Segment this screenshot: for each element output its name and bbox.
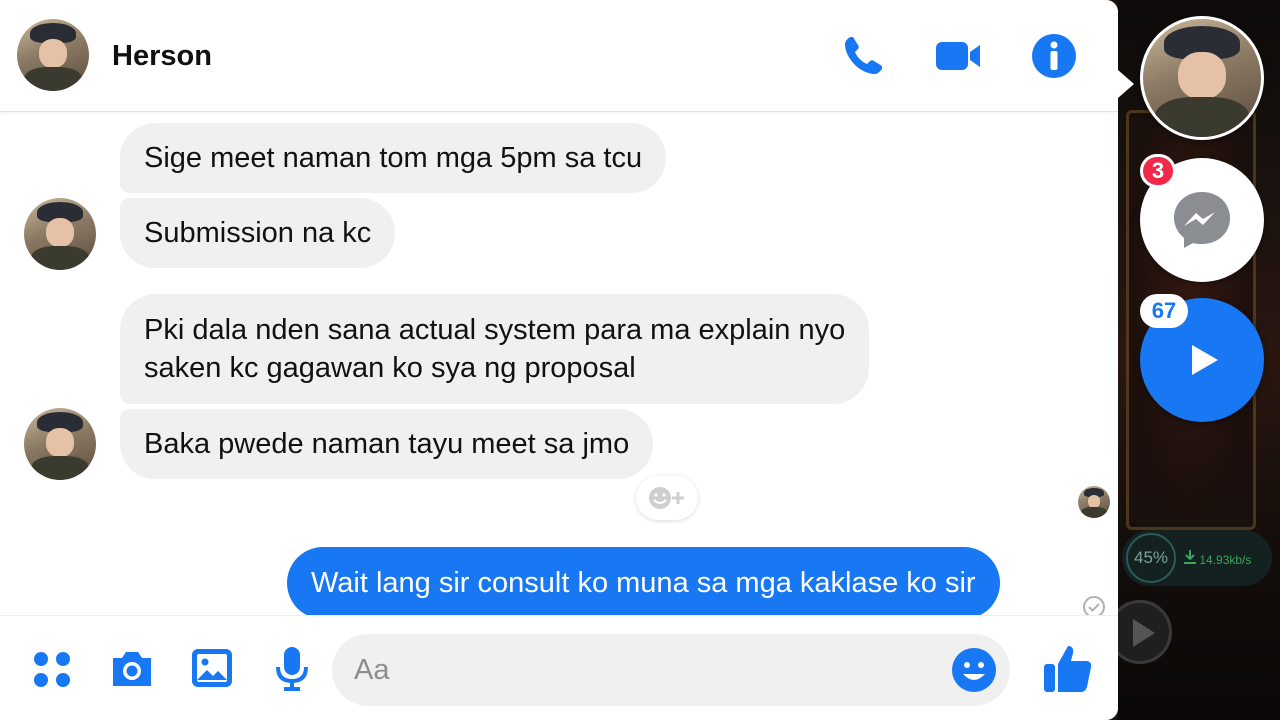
- add-reaction-button[interactable]: [636, 476, 698, 520]
- message-list[interactable]: Sige meet naman tom mga 5pm sa tcu Submi…: [0, 112, 1118, 619]
- contact-avatar[interactable]: [17, 19, 89, 91]
- seen-avatar: [1078, 486, 1110, 518]
- composer-bar: [0, 615, 1118, 720]
- chat-header: Herson: [0, 0, 1118, 112]
- chat-window: Herson Sige meet naman tom mga 5pm sa tc…: [0, 0, 1118, 720]
- play-icon: [1192, 345, 1218, 375]
- contact-name[interactable]: Herson: [112, 40, 212, 73]
- emoji-icon[interactable]: [950, 646, 998, 694]
- download-icon: [1184, 549, 1196, 564]
- phone-icon[interactable]: [838, 32, 886, 80]
- message-input-wrapper: [332, 634, 1010, 706]
- download-rate-wrap: 14.93kb/s: [1184, 549, 1252, 567]
- incoming-message[interactable]: Sige meet naman tom mga 5pm sa tcu: [120, 123, 667, 193]
- camera-icon[interactable]: [108, 644, 156, 692]
- video-count-badge: 67: [1140, 294, 1188, 328]
- messenger-unread-badge: 3: [1140, 154, 1176, 188]
- chat-head-user[interactable]: [1140, 16, 1264, 140]
- messenger-icon: [1174, 192, 1230, 248]
- message-line: Pki dala nden sana actual system para ma…: [144, 314, 846, 346]
- apps-icon[interactable]: [28, 644, 76, 692]
- message-line: saken kc gagawan ko sya ng proposal: [144, 352, 636, 384]
- message-input[interactable]: [354, 650, 934, 690]
- outgoing-message[interactable]: Wait lang sir consult ko muna sa mga kak…: [287, 547, 1000, 619]
- incoming-message[interactable]: Pki dala nden sana actual system para ma…: [120, 294, 870, 404]
- download-rate: 14.93kb/s: [1199, 552, 1252, 567]
- sender-avatar[interactable]: [24, 198, 96, 270]
- active-head-pointer: [1118, 70, 1134, 98]
- microphone-icon[interactable]: [268, 644, 316, 692]
- gallery-icon[interactable]: [188, 644, 236, 692]
- thumbs-up-icon[interactable]: [1040, 640, 1096, 696]
- download-status: 45% 14.93kb/s: [1122, 530, 1272, 586]
- download-progress: 45%: [1126, 533, 1176, 583]
- incoming-message[interactable]: Baka pwede naman tayu meet sa jmo: [120, 409, 654, 479]
- sender-avatar[interactable]: [24, 408, 96, 480]
- add-reaction-icon: [649, 487, 684, 509]
- incoming-message[interactable]: Submission na kc: [120, 198, 396, 268]
- video-camera-icon[interactable]: [934, 32, 982, 80]
- info-icon[interactable]: [1030, 32, 1078, 80]
